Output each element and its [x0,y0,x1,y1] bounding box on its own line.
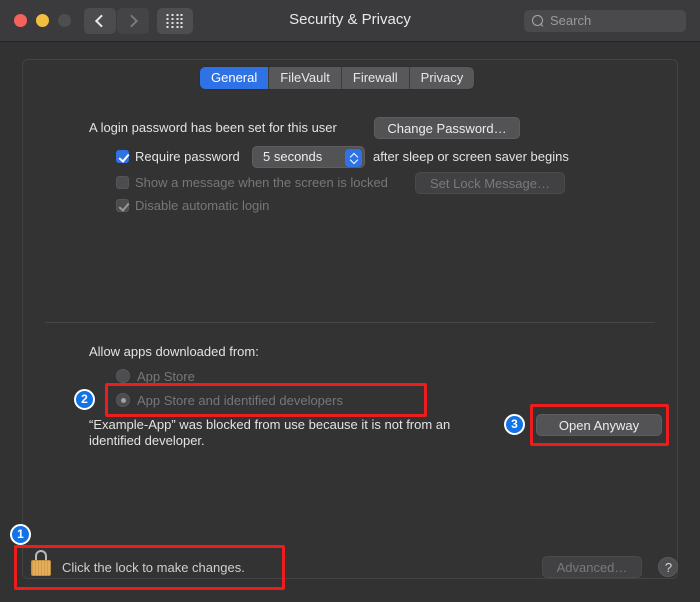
radio-selected-dot-icon [120,397,126,403]
require-password-delay-select[interactable]: 5 seconds [252,146,365,168]
radio-app-store-and-identified-developers[interactable] [116,393,130,407]
search-field[interactable]: Search [524,10,686,32]
closed-padlock-icon[interactable] [30,550,52,576]
radio-app-store-and-identified-developers-label: App Store and identified developers [137,393,343,408]
disable-automatic-login-label: Disable automatic login [135,198,270,213]
checkmark-icon [118,151,130,163]
search-placeholder: Search [550,13,592,28]
advanced-button[interactable]: Advanced… [542,556,642,578]
tab-bar: General FileVault Firewall Privacy [200,67,475,89]
security-privacy-window: Security & Privacy Search General FileVa… [0,0,700,602]
tab-filevault[interactable]: FileVault [269,67,342,89]
login-password-status-text: A login password has been set for this u… [89,120,337,135]
tab-privacy[interactable]: Privacy [409,67,475,89]
stepper-arrows-icon[interactable] [345,148,362,167]
section-divider [45,322,655,323]
require-password-suffix-label: after sleep or screen saver begins [373,149,569,164]
tab-firewall[interactable]: Firewall [341,67,410,89]
checkmark-icon [118,200,130,212]
require-password-delay-value: 5 seconds [263,149,323,164]
search-icon [532,15,543,26]
help-button[interactable]: ? [658,557,678,577]
annotation-badge-2: 2 [74,389,95,410]
open-anyway-button[interactable]: Open Anyway [536,414,662,436]
window-titlebar: Security & Privacy Search [0,0,700,42]
set-lock-message-button[interactable]: Set Lock Message… [415,172,565,194]
show-lock-message-checkbox[interactable] [116,176,129,189]
radio-app-store-label: App Store [137,369,195,384]
preferences-panel [22,59,678,579]
require-password-label: Require password [135,149,240,164]
help-button-label: ? [664,560,673,575]
tab-general[interactable]: General [200,67,270,89]
allow-apps-heading: Allow apps downloaded from: [89,344,259,359]
radio-app-store[interactable] [116,369,130,383]
annotation-badge-3: 3 [504,414,525,435]
require-password-checkbox[interactable] [116,150,130,163]
annotation-badge-1: 1 [10,524,31,545]
lock-hint-label: Click the lock to make changes. [62,560,245,575]
blocked-app-message: “Example-App” was blocked from use becau… [89,417,451,448]
show-lock-message-label: Show a message when the screen is locked [135,175,388,190]
change-password-button[interactable]: Change Password… [374,117,520,139]
disable-automatic-login-checkbox[interactable] [116,199,130,212]
